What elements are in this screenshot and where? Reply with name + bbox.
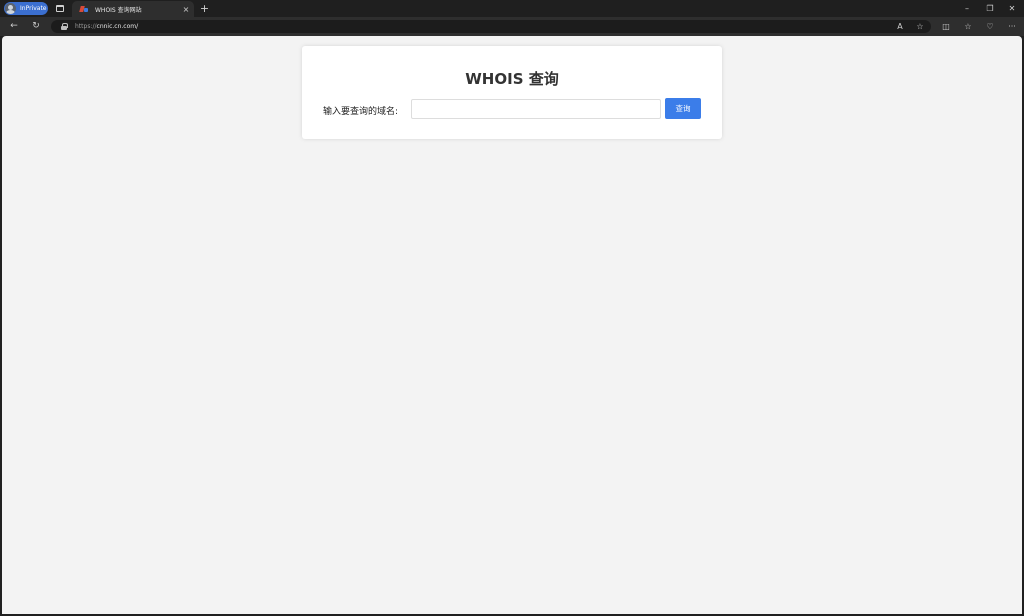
lock-icon[interactable] [61,23,68,30]
more-menu-button[interactable]: ··· [1005,20,1019,33]
read-aloud-button[interactable]: A [893,20,907,33]
inprivate-badge[interactable]: InPrivate [4,2,48,15]
favorites-button[interactable]: ☆ [961,20,975,33]
add-favorite-button[interactable]: ☆ [913,20,927,33]
restore-button[interactable]: ❐ [980,2,1000,15]
url-scheme: https:// [75,23,97,30]
page-viewport: WHOIS 查询 输入要查询的域名: 查询 [2,36,1022,614]
address-url: https://cnnic.cn.com/ [75,23,138,30]
site-favicon-icon [80,5,88,13]
domain-label: 输入要查询的域名: [323,107,399,117]
tab-whois[interactable]: WHOIS 查询网站 × [72,1,194,17]
tab-title: WHOIS 查询网站 [95,6,142,14]
back-button[interactable]: ← [7,20,21,33]
profile-avatar-icon [5,3,16,14]
close-window-button[interactable]: ✕ [1002,2,1022,15]
url-host: cnnic.cn.com/ [96,23,139,30]
new-tab-button[interactable]: + [198,2,211,15]
tab-actions-icon [56,5,64,12]
page-title: WHOIS 查询 [465,70,559,88]
navigation-bar: ← ↻ https://cnnic.cn.com/ A ☆ ◫ ☆ ♡ ··· [0,17,1024,36]
refresh-button[interactable]: ↻ [29,20,43,33]
title-bar: InPrivate WHOIS 查询网站 × + – ❐ ✕ [0,0,1024,17]
domain-input[interactable] [411,99,661,119]
address-bar[interactable]: https://cnnic.cn.com/ [51,20,931,33]
browser-essentials-button[interactable]: ♡ [983,20,997,33]
query-button[interactable]: 查询 [665,98,701,119]
whois-card: WHOIS 查询 输入要查询的域名: 查询 [302,46,722,139]
tab-actions-button[interactable] [54,3,66,14]
tab-close-button[interactable]: × [180,5,192,14]
split-screen-button[interactable]: ◫ [939,20,953,33]
inprivate-label: InPrivate [20,5,47,12]
minimize-button[interactable]: – [957,2,977,15]
